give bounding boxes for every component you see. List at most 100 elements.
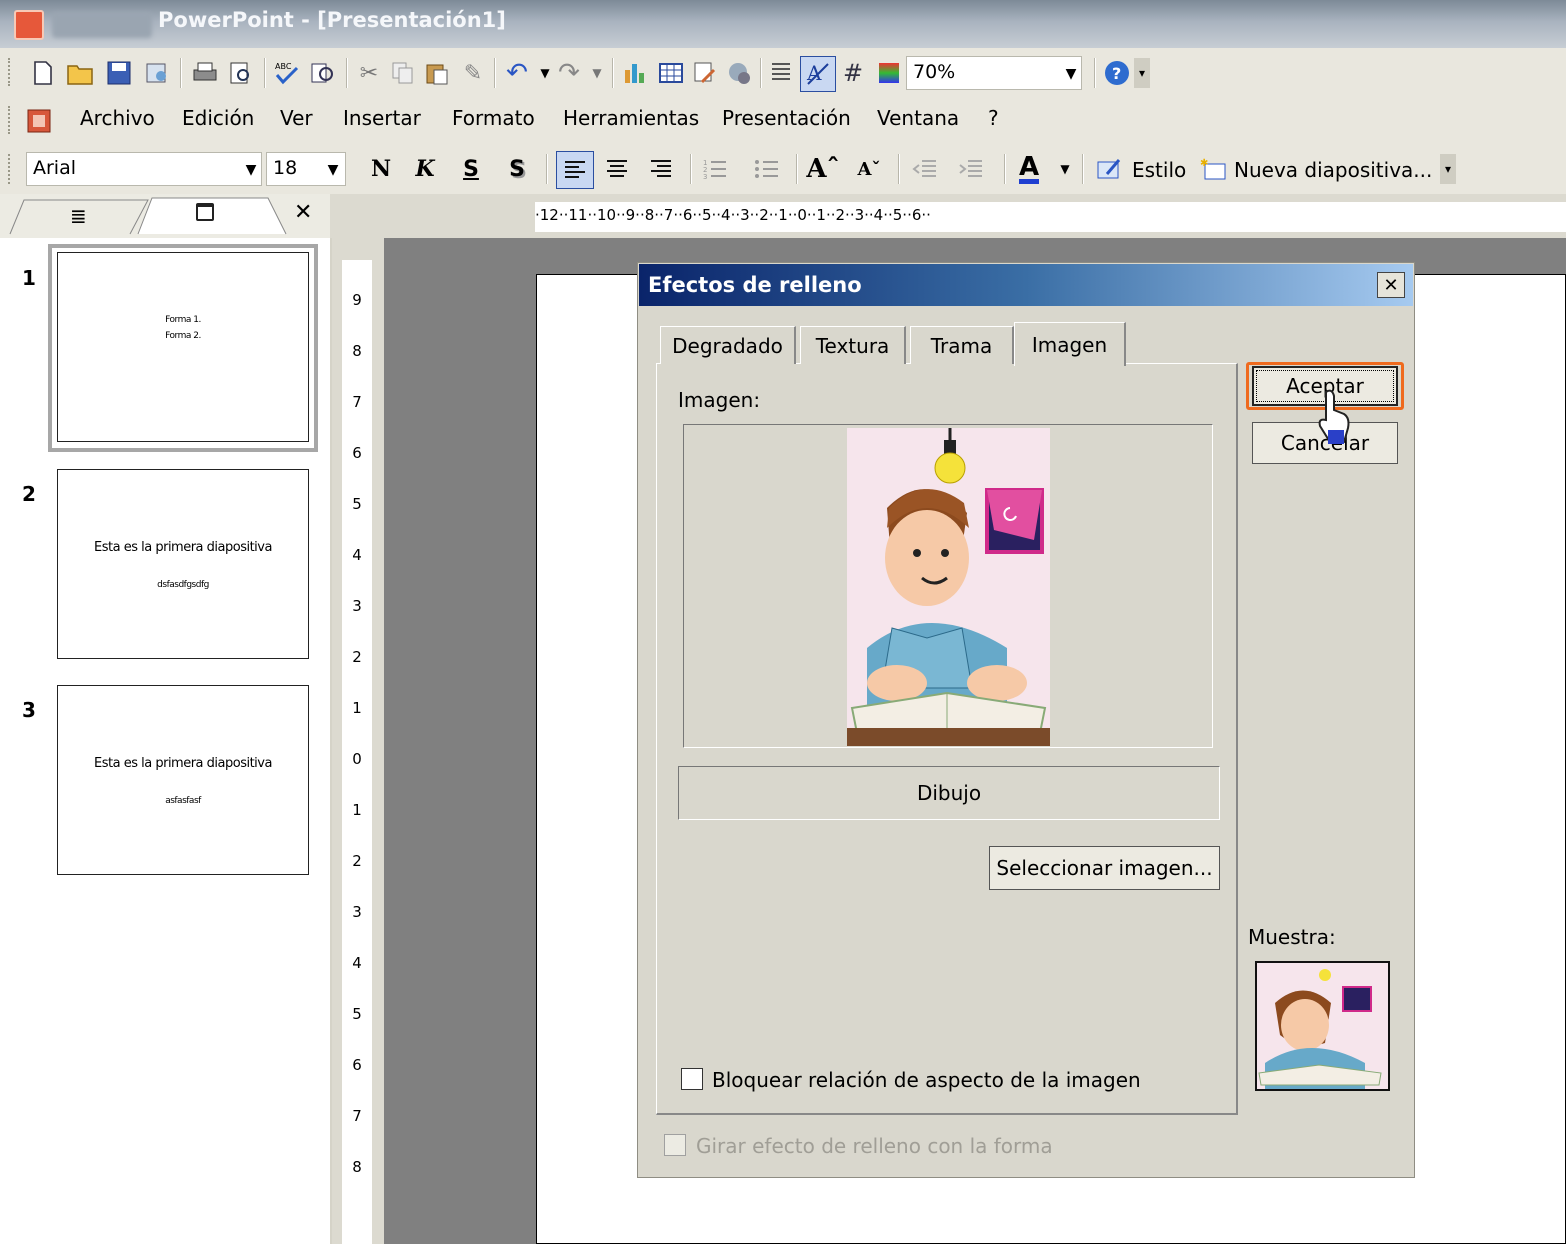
new-slide-button[interactable]: Nueva diapositiva... xyxy=(1234,158,1432,182)
menu-presentacion[interactable]: Presentación xyxy=(722,106,851,130)
toolbar-separator xyxy=(346,58,348,88)
align-right-icon[interactable] xyxy=(646,154,676,184)
align-center-icon[interactable] xyxy=(602,154,632,184)
permission-icon[interactable] xyxy=(142,58,172,88)
close-icon[interactable]: ✕ xyxy=(1377,272,1405,298)
toolbar-separator xyxy=(264,58,266,88)
tab-textura[interactable]: Textura xyxy=(800,326,906,364)
sample-label: Muestra: xyxy=(1248,925,1336,949)
shadow-button[interactable]: S xyxy=(502,154,532,184)
select-image-button[interactable]: Seleccionar imagen... xyxy=(989,846,1220,890)
chevron-down-icon[interactable]: ▼ xyxy=(322,158,344,182)
copy-icon[interactable] xyxy=(388,58,418,88)
slide-text: asfasfasf xyxy=(165,796,201,806)
menu-help[interactable]: ? xyxy=(988,106,999,130)
undo-icon[interactable]: ↶ xyxy=(502,58,532,88)
decrease-indent-icon[interactable] xyxy=(910,154,940,184)
menu-edicion[interactable]: Edición xyxy=(182,106,254,130)
menu-formato[interactable]: Formato xyxy=(452,106,535,130)
toolbar-grip[interactable] xyxy=(8,58,14,86)
decrease-font-icon[interactable]: Aˇ xyxy=(854,154,884,184)
svg-text:3: 3 xyxy=(703,173,707,181)
color-grayscale-icon[interactable] xyxy=(874,58,904,88)
toolbar-separator xyxy=(546,154,548,184)
italic-button[interactable]: K xyxy=(410,154,440,184)
menu-ventana[interactable]: Ventana xyxy=(877,106,959,130)
svg-text:ABC: ABC xyxy=(275,62,292,71)
insert-hyperlink-icon[interactable] xyxy=(724,58,754,88)
svg-text:?: ? xyxy=(1112,64,1121,83)
slide-number: 3 xyxy=(22,698,36,722)
font-name-select[interactable]: Arial xyxy=(26,152,262,186)
document-icon[interactable] xyxy=(24,106,54,136)
numbering-icon[interactable]: 123 xyxy=(700,154,730,184)
insert-table-icon[interactable] xyxy=(656,58,686,88)
formatting-toolbar: Arial ▼ 18 ▼ N K S S 123 Aˆ Aˇ A ▼ Estil… xyxy=(0,144,1566,194)
toolbar-separator xyxy=(1094,58,1096,88)
vertical-ruler-scale: 987 654 321 012 345 678 xyxy=(352,291,362,1176)
paste-icon[interactable] xyxy=(422,58,452,88)
slide-text: dsfasdfgsdfg xyxy=(157,580,209,590)
toolbar-grip[interactable] xyxy=(8,154,14,184)
open-icon[interactable] xyxy=(66,58,96,88)
insert-chart-icon[interactable] xyxy=(620,58,650,88)
font-color-icon[interactable]: A xyxy=(1014,154,1044,184)
slides-tab-icon[interactable] xyxy=(196,203,214,221)
toolbar-separator xyxy=(796,154,798,184)
redo-dropdown-icon[interactable]: ▼ xyxy=(582,58,612,88)
slide-thumbnail-3[interactable]: Esta es la primera diapositiva asfasfasf xyxy=(57,685,309,875)
menu-archivo[interactable]: Archivo xyxy=(80,106,155,130)
style-icon[interactable] xyxy=(1094,154,1124,184)
save-icon[interactable] xyxy=(104,58,134,88)
slide-thumbnail-2[interactable]: Esta es la primera diapositiva dsfasdfgs… xyxy=(57,469,309,659)
outline-tab-icon[interactable]: ≣ xyxy=(70,204,87,228)
dialog-title: Efectos de relleno xyxy=(648,273,862,297)
lock-aspect-label: Bloquear relación de aspecto de la image… xyxy=(712,1068,1141,1092)
research-icon[interactable] xyxy=(308,58,338,88)
print-preview-icon[interactable] xyxy=(226,58,256,88)
increase-indent-icon[interactable] xyxy=(956,154,986,184)
menu-insertar[interactable]: Insertar xyxy=(343,106,421,130)
zoom-select[interactable]: 70% xyxy=(906,56,1082,90)
hand-cursor-icon xyxy=(1316,388,1356,453)
toolbar-grip[interactable] xyxy=(8,106,14,134)
underline-button[interactable]: S xyxy=(456,154,486,184)
grid-icon[interactable]: # xyxy=(838,58,868,88)
image-name-field: Dibujo xyxy=(678,766,1220,820)
new-icon[interactable] xyxy=(28,58,58,88)
align-left-icon[interactable] xyxy=(556,151,594,189)
close-icon[interactable]: ✕ xyxy=(294,200,312,225)
rotate-fill-checkbox[interactable] xyxy=(664,1134,686,1156)
show-formatting-icon[interactable]: A xyxy=(800,56,836,92)
toolbar-separator xyxy=(1082,154,1084,184)
font-color-dropdown-icon[interactable]: ▼ xyxy=(1050,154,1080,184)
increase-font-icon[interactable]: Aˆ xyxy=(806,154,839,184)
tables-borders-icon[interactable] xyxy=(690,58,720,88)
slide-number: 2 xyxy=(22,482,36,506)
help-icon[interactable]: ? xyxy=(1102,58,1132,88)
lock-aspect-checkbox[interactable] xyxy=(681,1068,703,1090)
menu-herramientas[interactable]: Herramientas xyxy=(563,106,699,130)
toolbar-options-icon[interactable]: ▾ xyxy=(1440,154,1456,184)
new-slide-icon[interactable]: ✱ xyxy=(1198,154,1228,184)
slide-thumbnail-1[interactable]: Forma 1. Forma 2. xyxy=(57,252,309,442)
format-painter-icon[interactable]: ✎ xyxy=(458,58,488,88)
bullets-icon[interactable] xyxy=(752,154,782,184)
chevron-down-icon[interactable]: ▼ xyxy=(1060,62,1082,86)
slide-text: Forma 2. xyxy=(165,331,201,341)
print-icon[interactable] xyxy=(190,58,220,88)
cut-icon[interactable]: ✂ xyxy=(354,58,384,88)
menu-ver[interactable]: Ver xyxy=(280,106,313,130)
expand-icon[interactable] xyxy=(766,58,796,88)
powerpoint-app-icon[interactable] xyxy=(14,10,44,40)
spelling-icon[interactable]: ABC xyxy=(272,58,302,88)
slide-text: Esta es la primera diapositiva xyxy=(94,756,272,771)
tab-degradado[interactable]: Degradado xyxy=(660,326,796,364)
redo-icon[interactable]: ↷ xyxy=(554,58,584,88)
toolbar-options-icon[interactable]: ▾ xyxy=(1134,58,1150,88)
tab-imagen[interactable]: Imagen xyxy=(1014,322,1126,366)
tab-trama[interactable]: Trama xyxy=(910,326,1014,364)
chevron-down-icon[interactable]: ▼ xyxy=(240,158,262,182)
style-button[interactable]: Estilo xyxy=(1132,158,1186,182)
bold-button[interactable]: N xyxy=(366,154,396,184)
